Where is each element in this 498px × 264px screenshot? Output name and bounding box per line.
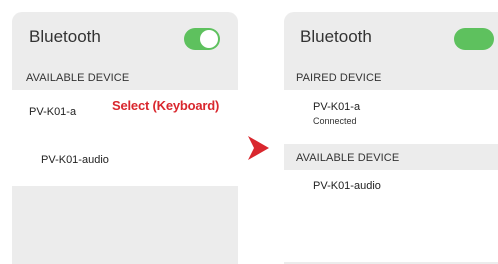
stage: Bluetooth AVAILABLE DEVICE PV-K01-a PV-K… (0, 0, 498, 264)
available-device-header: AVAILABLE DEVICE (296, 152, 400, 164)
bluetooth-title: Bluetooth (29, 27, 101, 46)
select-keyboard-annotation: Select (Keyboard) (112, 98, 220, 113)
device-name: PV-K01-audio (41, 154, 109, 166)
available-device-list: PV-K01-audio (284, 170, 498, 262)
bluetooth-screen-before: Bluetooth AVAILABLE DEVICE PV-K01-a PV-K… (12, 12, 238, 264)
device-name: PV-K01-a (29, 106, 77, 118)
device-name: PV-K01-a (313, 101, 361, 113)
device-item-pv-k01-audio[interactable]: PV-K01-audio (284, 170, 498, 214)
bluetooth-toggle[interactable] (454, 28, 494, 50)
available-device-header: AVAILABLE DEVICE (26, 72, 130, 84)
bluetooth-header: Bluetooth (12, 12, 238, 64)
bluetooth-header: Bluetooth (284, 12, 498, 64)
paired-device-header: PAIRED DEVICE (296, 72, 382, 84)
bluetooth-toggle[interactable] (184, 28, 220, 50)
device-status: Connected (313, 116, 357, 126)
toggle-knob (200, 30, 218, 48)
bluetooth-title: Bluetooth (300, 27, 372, 46)
paired-device-item-pv-k01-a[interactable]: PV-K01-a Connected (284, 90, 498, 144)
paired-device-list: PV-K01-a Connected (284, 90, 498, 144)
chevron-right-icon (248, 136, 269, 160)
device-name: PV-K01-audio (313, 180, 381, 192)
device-item-pv-k01-audio[interactable]: PV-K01-audio (12, 134, 238, 182)
bluetooth-screen-after: Bluetooth PAIRED DEVICE PV-K01-a Connect… (284, 12, 498, 264)
